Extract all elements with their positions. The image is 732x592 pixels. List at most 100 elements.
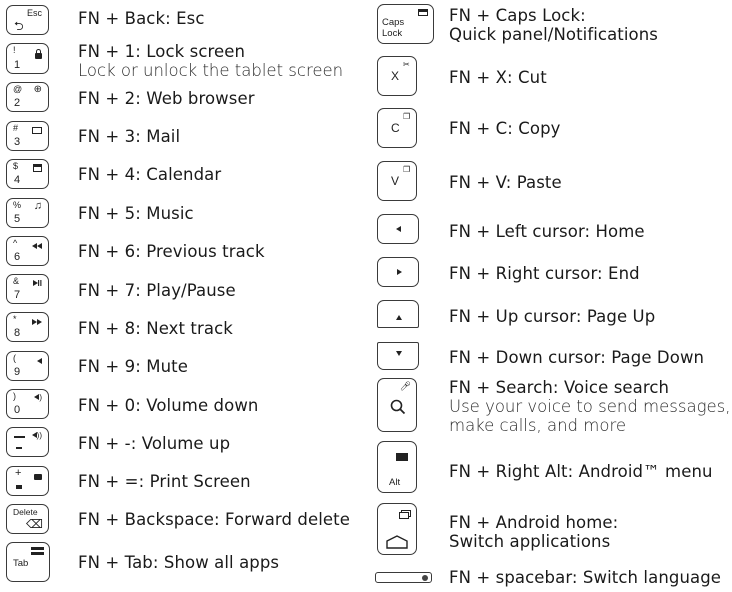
shortcut-title: FN + C: Copy	[449, 119, 561, 138]
shortcut-paste: FN + V: Paste	[449, 173, 562, 192]
key-symbol: !	[13, 45, 16, 55]
key-spacebar	[375, 572, 432, 583]
key-2: @ 2 ⊕	[6, 82, 49, 112]
key-x: X ✂	[377, 56, 417, 96]
shortcut-android-menu: FN + Right Alt: Android™ menu	[449, 462, 713, 481]
home-icon	[386, 535, 408, 549]
shortcut-title: FN + Android home:	[449, 513, 619, 532]
shortcut-next-track: FN + 8: Next track	[78, 319, 233, 338]
up-arrow-icon	[396, 315, 402, 320]
menu-icon	[396, 453, 408, 461]
right-arrow-icon	[397, 269, 402, 275]
key-delete-label: Delete	[13, 507, 38, 517]
key-number: 9	[14, 366, 21, 378]
shortcut-title: FN + Back: Esc	[78, 9, 205, 28]
key-symbol: @	[13, 84, 23, 94]
key-number: 7	[14, 289, 21, 301]
shortcut-title: FN + X: Cut	[449, 68, 547, 87]
key-3: # 3	[6, 121, 49, 151]
shortcut-print-screen: FN + =: Print Screen	[78, 472, 251, 491]
recent-apps-icon	[399, 512, 409, 519]
down-arrow-icon	[396, 351, 402, 356]
shortcut-title: FN + 0: Volume down	[78, 396, 259, 415]
key-symbol: #	[13, 123, 19, 133]
key-5: % 5 ♫	[6, 198, 49, 228]
key-up-cursor	[377, 300, 419, 328]
shortcut-title: FN + Left cursor: Home	[449, 222, 645, 241]
shortcut-title: FN + 5: Music	[78, 204, 194, 223]
key-symbol: $	[13, 161, 19, 171]
shortcut-show-all-apps: FN + Tab: Show all apps	[78, 553, 279, 572]
equals-symbol	[16, 485, 22, 489]
shortcut-title: FN + -: Volume up	[78, 434, 231, 453]
shortcut-title: FN + Up cursor: Page Up	[449, 307, 656, 326]
key-number: 6	[14, 251, 21, 263]
shortcut-music: FN + 5: Music	[78, 204, 194, 223]
shortcut-title: FN + Search: Voice search	[449, 378, 670, 397]
key-number: 8	[14, 327, 21, 339]
key-number: 5	[14, 213, 21, 225]
shortcut-title: FN + 6: Previous track	[78, 242, 265, 261]
key-v: V ❐	[377, 161, 417, 201]
key-down-cursor	[377, 342, 419, 370]
key-4: $ 4	[6, 159, 49, 189]
shortcut-cut: FN + X: Cut	[449, 68, 547, 87]
shortcut-switch-applications: FN + Android home: Switch applications	[449, 513, 618, 551]
key-search: 🎤︎	[377, 378, 417, 432]
key-right-cursor	[377, 257, 419, 287]
key-x-label: X	[391, 69, 400, 83]
key-delete: Delete ⌫	[6, 504, 49, 534]
key-number: 4	[14, 174, 21, 186]
shortcut-title: FN + V: Paste	[449, 173, 562, 192]
key-number: 1	[14, 59, 21, 71]
key-symbol: (	[13, 353, 16, 363]
back-arrow-icon: ⮌	[14, 19, 24, 33]
shortcut-volume-up: FN + -: Volume up	[78, 434, 230, 453]
shortcut-title: FN + spacebar: Switch language	[449, 568, 722, 587]
key-alt-label: Alt	[389, 477, 401, 488]
shortcut-title: FN + Right Alt: Android™ menu	[449, 462, 713, 481]
left-arrow-icon	[396, 226, 401, 232]
backspace-icon: ⌫	[26, 517, 43, 531]
shortcut-title: FN + =: Print Screen	[78, 472, 251, 491]
key-caps-label: Caps Lock	[382, 17, 405, 39]
scissors-icon: ✂	[403, 60, 410, 69]
notifications-icon	[418, 9, 428, 16]
shortcut-title: FN + 1: Lock screen	[78, 42, 246, 61]
shortcut-page-up: FN + Up cursor: Page Up	[449, 307, 655, 326]
globe-icon: ⊕	[33, 84, 42, 95]
shortcut-mute: FN + 9: Mute	[78, 357, 188, 376]
key-equals: +	[6, 466, 49, 496]
shortcut-web-browser: FN + 2: Web browser	[78, 89, 255, 108]
key-7: & 7 II	[6, 274, 49, 304]
shortcut-subtitle-line2: make calls, and more	[449, 416, 627, 435]
shortcut-volume-down: FN + 0: Volume down	[78, 396, 258, 415]
paste-icon: ❐	[403, 165, 411, 174]
camera-icon	[34, 472, 42, 482]
shortcut-home: FN + Left cursor: Home	[449, 222, 645, 241]
minus-symbol	[16, 447, 22, 449]
key-symbol: )	[13, 391, 16, 401]
lock-icon	[35, 49, 42, 61]
shortcut-copy: FN + C: Copy	[449, 119, 561, 138]
play-pause-icon: II	[32, 279, 42, 289]
shortcut-title: FN + 4: Calendar	[78, 165, 222, 184]
key-tab: Tab	[6, 542, 50, 582]
key-symbol: %	[13, 200, 22, 210]
shortcut-title: FN + 8: Next track	[78, 319, 233, 338]
key-number: 0	[14, 404, 21, 416]
key-v-label: V	[391, 174, 400, 188]
mute-icon	[37, 356, 42, 366]
key-esc-label: Esc	[26, 8, 42, 18]
previous-track-icon	[32, 241, 42, 251]
next-track-icon	[32, 317, 42, 327]
shortcut-title: FN + Backspace: Forward delete	[78, 510, 350, 529]
key-number: 3	[14, 136, 21, 148]
shortcut-mail: FN + 3: Mail	[78, 127, 180, 146]
mail-icon	[32, 126, 42, 136]
shortcut-switch-language: FN + spacebar: Switch language	[449, 568, 721, 587]
key-number: 2	[14, 97, 21, 109]
shortcut-title: FN + 3: Mail	[78, 127, 181, 146]
key-8: * 8	[6, 312, 49, 342]
key-c-label: C	[391, 121, 400, 135]
